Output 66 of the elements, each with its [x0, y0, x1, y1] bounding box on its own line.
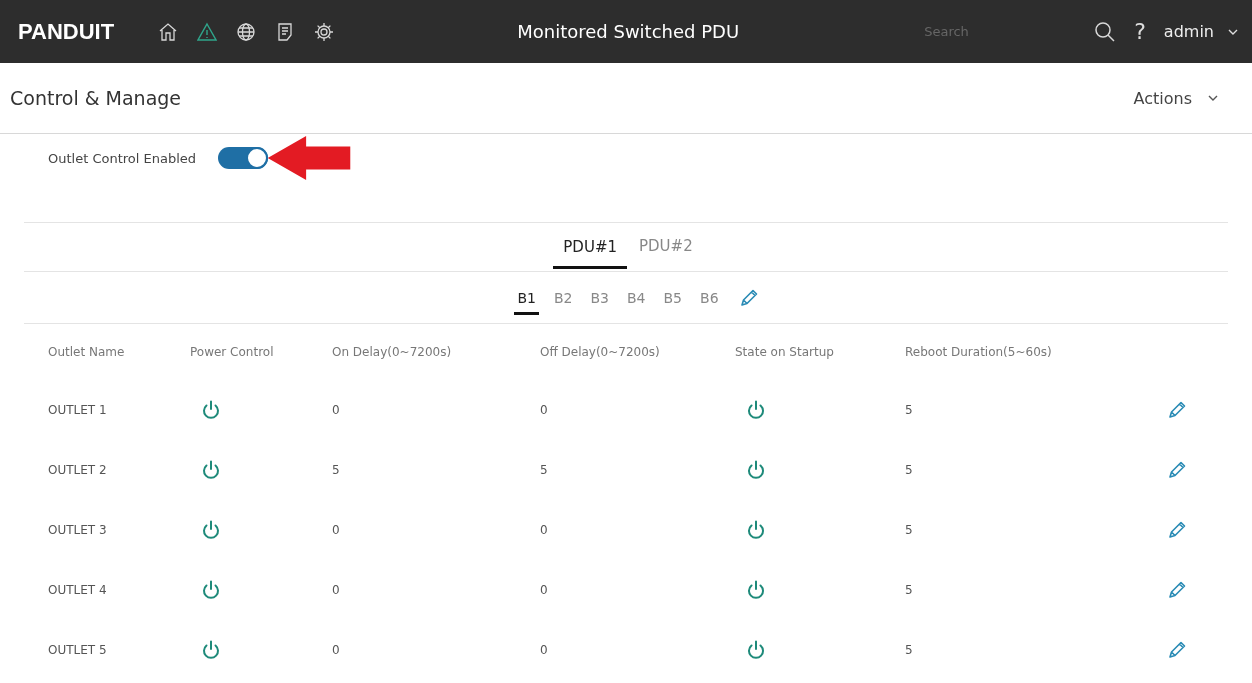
chevron-icon [1228, 28, 1238, 35]
table-cell-text: 5 [905, 583, 914, 597]
table-cell-text: 5 [905, 403, 914, 417]
home-icon[interactable] [158, 21, 179, 42]
table-cell-text: 5 [905, 523, 914, 537]
column-header: On Delay(0~7200s) [332, 345, 453, 359]
table-cell-text: 0 [540, 583, 549, 597]
toggle-label: Outlet Control Enabled [48, 150, 197, 166]
table-cell-text: 0 [540, 523, 549, 537]
table-cell-text: OUTLET 3 [48, 523, 108, 537]
edit-icon[interactable] [1167, 520, 1187, 540]
column-header: State on Startup [735, 345, 835, 359]
bank-tab[interactable]: B6 [697, 280, 722, 315]
user-menu[interactable]: admin [1163, 22, 1238, 41]
column-header: Power Control [190, 345, 275, 359]
search-icon[interactable] [1094, 20, 1117, 43]
bank-tab[interactable]: B2 [550, 280, 576, 315]
app-title: Monitored Switched PDU [516, 21, 741, 42]
table-cell-text: 0 [540, 403, 549, 417]
pdu-tab[interactable]: PDU#1 [553, 225, 627, 269]
page-title: Control & Manage [10, 87, 182, 109]
table-cell-text: 5 [905, 643, 914, 657]
column-header: Reboot Duration(5~60s) [905, 345, 1053, 359]
table-cell-text: OUTLET 2 [48, 463, 108, 477]
table-cell-text: 0 [332, 403, 341, 417]
logo: PANDUIT [18, 18, 115, 45]
power-icon[interactable] [200, 399, 222, 421]
chevron-icon [1208, 95, 1218, 101]
toggle-switch[interactable] [218, 147, 269, 169]
table-cell-text: OUTLET 4 [48, 583, 108, 597]
edit-icon[interactable] [1167, 580, 1187, 600]
power-icon[interactable] [200, 579, 222, 601]
table-cell-text: 0 [332, 583, 341, 597]
table-cell-text: OUTLET 5 [48, 643, 108, 657]
table-cell-text: 5 [540, 463, 549, 477]
table-cell-text: 0 [332, 643, 341, 657]
column-header: Outlet Name [48, 345, 126, 359]
bank-tab[interactable]: B3 [587, 280, 612, 315]
edit-icon[interactable] [738, 287, 759, 308]
warning-icon[interactable] [197, 21, 218, 42]
bank-tab[interactable]: B4 [624, 280, 649, 315]
power-icon[interactable] [745, 519, 767, 541]
edit-icon[interactable] [1167, 460, 1187, 480]
table-cell-text: OUTLET 1 [48, 403, 108, 417]
bank-tab[interactable]: B5 [660, 280, 686, 315]
help-button[interactable]: ? [1134, 19, 1146, 44]
power-icon[interactable] [200, 459, 222, 481]
table-cell-text: 0 [540, 643, 549, 657]
search-field[interactable]: Search [922, 23, 1077, 40]
bank-tab[interactable]: B1 [514, 280, 539, 315]
edit-icon[interactable] [1167, 400, 1187, 420]
power-icon[interactable] [745, 639, 767, 661]
table-cell-text: 0 [332, 523, 341, 537]
pdu-tab[interactable]: PDU#2 [633, 224, 699, 270]
power-icon[interactable] [200, 639, 222, 661]
table-cell-text: 5 [332, 463, 341, 477]
table-cell-text: 5 [905, 463, 914, 477]
power-icon[interactable] [200, 519, 222, 541]
settings-icon[interactable] [314, 21, 335, 42]
column-header: Off Delay(0~7200s) [540, 345, 661, 359]
power-icon[interactable] [745, 399, 767, 421]
power-icon[interactable] [745, 579, 767, 601]
edit-icon[interactable] [1167, 640, 1187, 660]
actions-menu[interactable]: Actions [1127, 87, 1224, 109]
globe-icon[interactable] [236, 21, 257, 42]
power-icon[interactable] [745, 459, 767, 481]
